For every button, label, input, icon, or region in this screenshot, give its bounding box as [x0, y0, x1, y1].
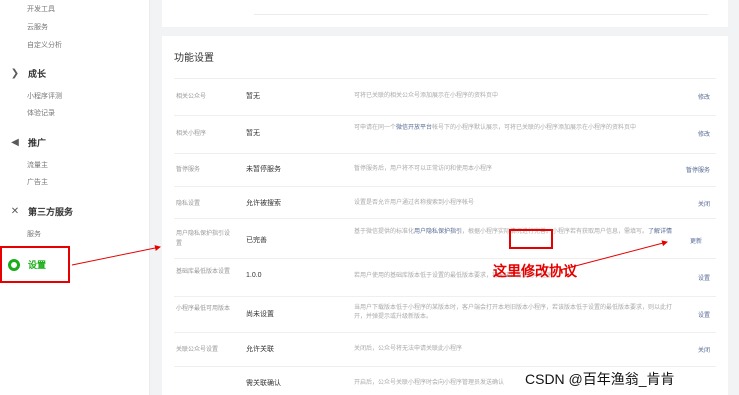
- watermark: CSDN @百年渔翁_肯肯: [525, 371, 675, 387]
- row-value: 未暂停服务: [246, 166, 281, 173]
- settings-row: 关联公众号设置 允许关联 关闭后，公众号将无法申请关联此小程序 关闭: [174, 332, 716, 366]
- desc-text: 可申请在同一个: [354, 125, 397, 131]
- sidebar-item-cloud[interactable]: 云服务: [27, 22, 48, 32]
- row-value: 暂无: [246, 93, 260, 100]
- row-description: 可将已关联的相关公众号添加展示在小程序的资料页中: [354, 93, 499, 99]
- sidebar-group-promotion[interactable]: ◀ 推广: [8, 136, 46, 149]
- sidebar-group-label: 推广: [28, 138, 47, 148]
- modify-button[interactable]: 修改: [698, 129, 710, 138]
- row-description: 当用户下载版本低于小程序的某版本时，客户端会打开本地旧版本小程序，若该版本低于设…: [354, 305, 673, 320]
- privacy-guide-link[interactable]: 用户隐私保护指引: [414, 229, 462, 235]
- sidebar-group-label: 第三方服务: [28, 207, 74, 217]
- settings-row: 相关小程序 暂无 可申请在同一个微信开放平台帐号下的小程序默认展示，可将已关联的…: [174, 115, 716, 153]
- settings-row-privacy: 用户隐私保护指引设置 已完善 基于微信提供的标准化用户隐私保护指引，根据小程序实…: [174, 218, 716, 258]
- close-button[interactable]: 关闭: [698, 345, 710, 354]
- row-label: 用户隐私保护指引设置: [176, 231, 231, 247]
- sidebar-item-advertiser[interactable]: 广告主: [27, 177, 48, 187]
- growth-icon: ❯: [10, 68, 20, 79]
- desc-text: 帐号下的小程序默认展示，可将已关联的小程序添加展示在小程序的资料页中: [432, 125, 637, 131]
- sidebar: 开发工具 云服务 自定义分析 ❯ 成长 小程序评测 体验记录 ◀ 推广 流量主 …: [0, 0, 150, 395]
- settings-row: 相关公众号 暂无 可将已关联的相关公众号添加展示在小程序的资料页中 修改: [174, 78, 716, 115]
- row-description: 暂停服务后，用户将不可以正常访问和使用本小程序: [354, 166, 493, 172]
- annotation-text: 这里修改协议: [493, 263, 577, 279]
- settings-row: 暂停服务 未暂停服务 暂停服务后，用户将不可以正常访问和使用本小程序 暂停服务: [174, 153, 716, 186]
- set-button[interactable]: 设置: [698, 310, 710, 319]
- row-label: 基础库最低版本设置: [176, 269, 231, 275]
- row-value: 需关联确认: [246, 380, 281, 387]
- sidebar-group-growth[interactable]: ❯ 成长: [8, 67, 46, 80]
- settings-row: 基础库最低版本设置 1.0.0 若用户使用的基础库版本低于设置的最低版本要求，将…: [174, 258, 716, 296]
- row-description: 可申请在同一个微信开放平台帐号下的小程序默认展示，可将已关联的小程序添加展示在小…: [354, 124, 674, 133]
- settings-row: 隐私设置 允许被搜索 设置是否允许用户通过名称搜索到小程序帐号 关闭: [174, 186, 716, 218]
- row-label: 关联公众号设置: [176, 347, 219, 353]
- third-party-icon: ✕: [10, 206, 20, 217]
- row-description: 设置是否允许用户通过名称搜索到小程序帐号: [354, 200, 475, 206]
- set-button[interactable]: 设置: [698, 273, 710, 282]
- sidebar-item-traffic-owner[interactable]: 流量主: [27, 160, 48, 170]
- row-label: 相关公众号: [176, 94, 207, 100]
- sidebar-item-dev-tools[interactable]: 开发工具: [27, 4, 55, 14]
- open-platform-link[interactable]: 微信开放平台: [396, 125, 432, 131]
- close-button[interactable]: 关闭: [698, 199, 710, 208]
- sidebar-group-third-party[interactable]: ✕ 第三方服务: [8, 205, 73, 218]
- update-button[interactable]: 更新: [690, 236, 702, 245]
- promotion-icon: ◀: [11, 137, 19, 148]
- previous-section-card: [162, 0, 728, 27]
- sidebar-group-label: 成长: [28, 69, 47, 79]
- sidebar-item-experience[interactable]: 体验记录: [27, 108, 55, 118]
- row-label: 小程序最低可用版本: [176, 306, 231, 312]
- desc-text: 基于微信提供的标准化: [354, 229, 415, 235]
- row-value: 允许关联: [246, 346, 274, 353]
- row-label: 暂停服务: [176, 167, 201, 173]
- gear-icon: [8, 258, 20, 271]
- section-title: 功能设置: [174, 53, 214, 64]
- row-value: 1.0.0: [246, 272, 262, 279]
- learn-more-link[interactable]: 了解详情: [648, 229, 672, 235]
- sidebar-item-evaluation[interactable]: 小程序评测: [27, 91, 62, 101]
- row-value: 允许被搜索: [246, 200, 281, 207]
- row-description: 关闭后，公众号将无法申请关联此小程序: [354, 346, 463, 352]
- modify-button[interactable]: 修改: [698, 92, 710, 101]
- highlight-box: [509, 229, 553, 249]
- pause-service-button[interactable]: 暂停服务: [686, 165, 710, 174]
- row-value: 尚未设置: [246, 311, 274, 318]
- desc-text: ，根据小程序实际情况进行完善。小程序若有获取用户信息，需填写。: [462, 229, 649, 235]
- settings-row: 小程序最低可用版本 尚未设置 当用户下载版本低于小程序的某版本时，客户端会打开本…: [174, 296, 716, 332]
- row-value: 已完善: [246, 237, 267, 244]
- feature-settings-card: 功能设置 相关公众号 暂无 可将已关联的相关公众号添加展示在小程序的资料页中 修…: [162, 36, 728, 395]
- row-label: 隐私设置: [176, 201, 201, 207]
- row-value: 暂无: [246, 130, 260, 137]
- settings-label: 设置: [28, 260, 47, 270]
- sidebar-item-service[interactable]: 服务: [27, 229, 41, 239]
- row-label: 相关小程序: [176, 131, 207, 137]
- divider: [254, 14, 708, 15]
- sidebar-item-settings[interactable]: 设置: [0, 246, 70, 283]
- sidebar-item-analytics[interactable]: 自定义分析: [27, 40, 62, 50]
